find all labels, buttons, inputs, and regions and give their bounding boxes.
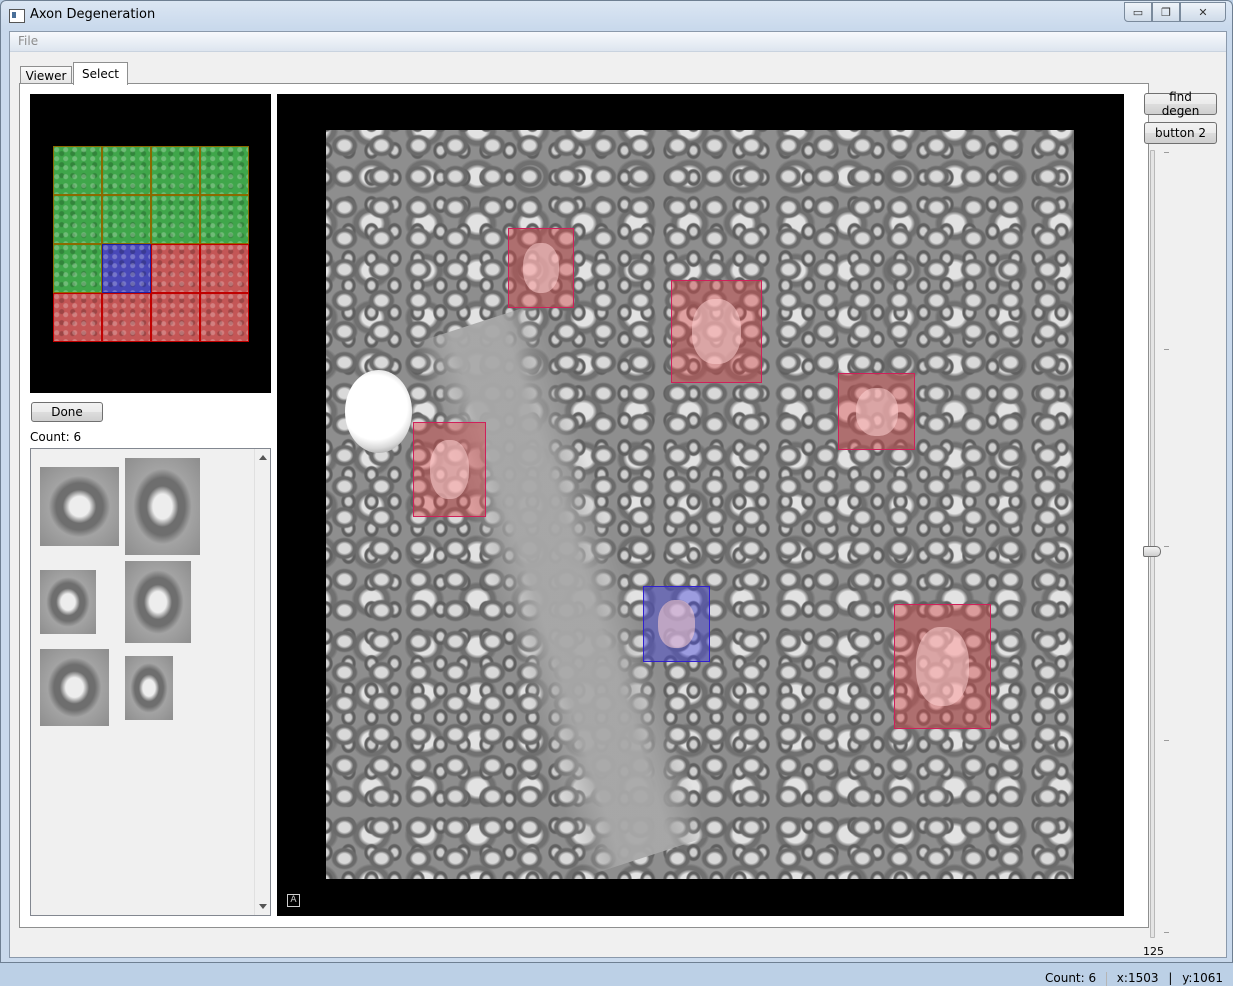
status-count: Count: 6 xyxy=(1045,971,1097,985)
selection-box-active[interactable] xyxy=(643,586,710,662)
overview-cell-red[interactable] xyxy=(53,293,102,342)
slider-thumb[interactable] xyxy=(1143,546,1161,557)
axon-thumbnail[interactable] xyxy=(40,467,119,546)
overview-cell-red[interactable] xyxy=(200,293,249,342)
done-button[interactable]: Done xyxy=(31,402,103,422)
axon-thumbnail[interactable] xyxy=(125,561,191,643)
select-tab-panel: Done Count: 6 A xyxy=(19,83,1149,928)
overview-cell-green[interactable] xyxy=(102,146,151,195)
micrograph-image[interactable] xyxy=(326,130,1074,879)
overview-cell-red[interactable] xyxy=(151,244,200,293)
axon-thumbnail[interactable] xyxy=(40,649,109,726)
selection-box[interactable] xyxy=(508,228,574,308)
overview-cell-green[interactable] xyxy=(53,146,102,195)
vertical-slider[interactable] xyxy=(1141,150,1173,940)
axon-thumbnail[interactable] xyxy=(40,570,96,634)
scroll-down-icon[interactable] xyxy=(259,904,267,909)
selection-box[interactable] xyxy=(894,604,991,729)
overview-grid[interactable] xyxy=(53,146,249,342)
list-scrollbar[interactable] xyxy=(254,449,270,915)
overview-cell-red[interactable] xyxy=(151,293,200,342)
slider-tick xyxy=(1164,932,1169,933)
window-title: Axon Degeneration xyxy=(30,7,156,22)
overview-cell-blue[interactable] xyxy=(102,244,151,293)
slider-value: 125 xyxy=(1143,945,1164,958)
overview-map[interactable] xyxy=(30,94,271,393)
vessel xyxy=(345,370,412,453)
app-window: Axon Degeneration ▭ ❐ ✕ File Viewer Sele… xyxy=(0,0,1233,986)
image-viewport[interactable]: A xyxy=(277,94,1124,916)
client-area: File Viewer Select Done Count: 6 A find … xyxy=(9,31,1227,986)
status-pipe: | xyxy=(1168,971,1173,985)
close-button[interactable]: ✕ xyxy=(1180,2,1226,22)
scroll-up-icon[interactable] xyxy=(259,455,267,460)
anchor-icon: A xyxy=(287,894,300,907)
overview-cell-green[interactable] xyxy=(151,195,200,244)
count-label: Count: 6 xyxy=(30,430,82,444)
selection-box[interactable] xyxy=(413,422,486,517)
selection-thumbnail-list[interactable] xyxy=(30,448,271,916)
slider-tick xyxy=(1164,546,1169,547)
selection-box[interactable] xyxy=(838,373,915,450)
tab-viewer[interactable]: Viewer xyxy=(20,66,72,84)
caption-buttons: ▭ ❐ ✕ xyxy=(1124,2,1226,22)
overview-cell-green[interactable] xyxy=(200,146,249,195)
slider-tick xyxy=(1164,740,1169,741)
overview-cell-red[interactable] xyxy=(200,244,249,293)
overview-cell-green[interactable] xyxy=(151,146,200,195)
axon-thumbnail[interactable] xyxy=(125,458,200,555)
status-x: x:1503 xyxy=(1116,971,1159,985)
overview-cell-green[interactable] xyxy=(102,195,151,244)
slider-tick xyxy=(1164,152,1169,153)
status-y: y:1061 xyxy=(1182,971,1223,985)
selection-box[interactable] xyxy=(671,280,762,383)
status-divider xyxy=(1105,971,1107,986)
overview-cell-green[interactable] xyxy=(53,195,102,244)
title-bar[interactable]: Axon Degeneration ▭ ❐ ✕ xyxy=(1,1,1232,31)
find-degen-button[interactable]: find degen xyxy=(1144,90,1217,118)
app-icon xyxy=(9,9,25,23)
overview-cell-red[interactable] xyxy=(102,293,151,342)
status-bar: Count: 6 x:1503 | y:1061 xyxy=(1039,971,1223,986)
button-2[interactable]: button 2 xyxy=(1144,122,1217,144)
tab-select[interactable]: Select xyxy=(73,62,128,85)
overview-cell-green[interactable] xyxy=(200,195,249,244)
maximize-button[interactable]: ❐ xyxy=(1152,2,1180,22)
minimize-button[interactable]: ▭ xyxy=(1124,2,1152,22)
menu-file[interactable]: File xyxy=(18,34,38,48)
menu-bar: File xyxy=(10,32,1226,52)
slider-groove[interactable] xyxy=(1150,150,1155,938)
axon-thumbnail[interactable] xyxy=(125,656,173,720)
overview-cell-green[interactable] xyxy=(53,244,102,293)
slider-tick xyxy=(1164,349,1169,350)
